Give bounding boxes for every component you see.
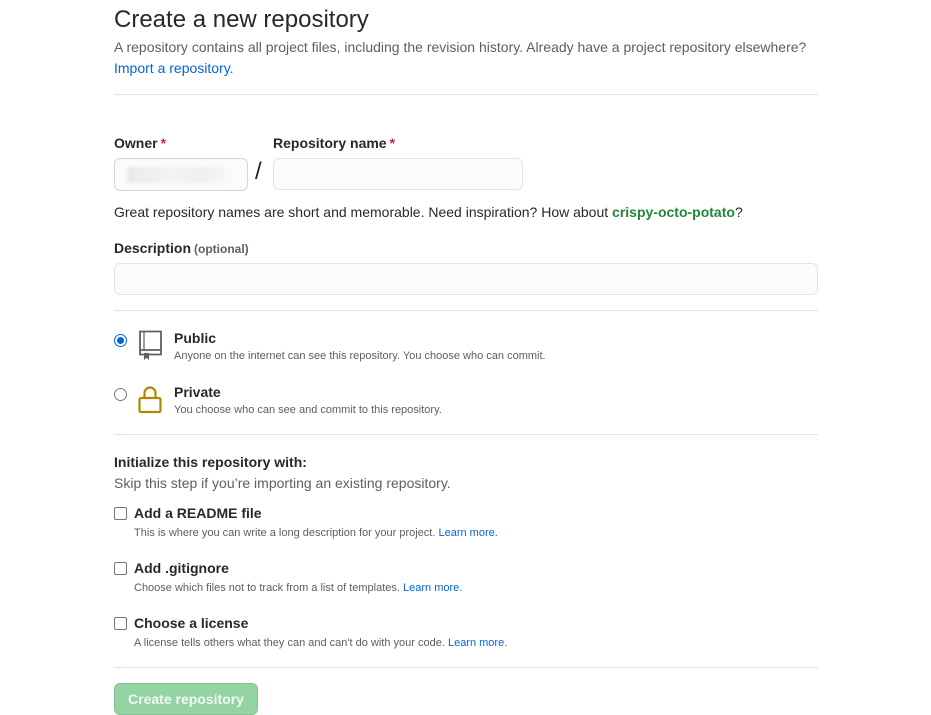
create-repository-button[interactable]: Create repository: [114, 683, 258, 715]
public-title: Public: [174, 330, 217, 346]
readme-description: This is where you can write a long descr…: [134, 527, 498, 539]
private-radio[interactable]: [114, 388, 127, 401]
divider: [114, 94, 818, 95]
repo-name-input[interactable]: [273, 158, 523, 190]
gitignore-learn-more-link[interactable]: Learn more.: [403, 582, 462, 594]
readme-title: Add a README file: [134, 505, 262, 521]
name-suggestion[interactable]: crispy-octo-potato: [612, 204, 735, 220]
license-title: Choose a license: [134, 615, 249, 631]
owner-repo-separator: /: [255, 158, 262, 185]
description-label: Description (optional): [114, 240, 249, 256]
divider: [114, 434, 818, 435]
owner-label: Owner *: [114, 135, 167, 151]
repo-name-hint: Great repository names are short and mem…: [114, 204, 743, 220]
gitignore-description: Choose which files not to track from a l…: [134, 582, 463, 594]
required-mark: *: [160, 135, 167, 151]
owner-avatar-blurred: [127, 167, 235, 183]
repo-icon: [139, 330, 162, 360]
private-description: You choose who can see and commit to thi…: [174, 404, 442, 416]
import-repository-link[interactable]: Import a repository.: [114, 60, 234, 76]
owner-select[interactable]: [114, 158, 248, 191]
page-subtitle: A repository contains all project files,…: [114, 39, 807, 55]
init-section-subtitle: Skip this step if you’re importing an ex…: [114, 475, 451, 491]
license-learn-more-link[interactable]: Learn more.: [448, 637, 507, 649]
public-description: Anyone on the internet can see this repo…: [174, 350, 546, 362]
lock-icon: [138, 386, 162, 414]
divider: [114, 667, 818, 668]
license-description: A license tells others what they can and…: [134, 637, 508, 649]
gitignore-title: Add .gitignore: [134, 560, 229, 576]
private-title: Private: [174, 384, 221, 400]
required-mark: *: [389, 135, 396, 151]
init-section-title: Initialize this repository with:: [114, 454, 307, 470]
readme-checkbox[interactable]: [114, 507, 127, 520]
divider: [114, 310, 818, 311]
optional-tag: (optional): [194, 242, 249, 256]
repo-name-label: Repository name *: [273, 135, 396, 151]
gitignore-checkbox[interactable]: [114, 562, 127, 575]
public-radio[interactable]: [114, 334, 127, 347]
description-input[interactable]: [114, 263, 818, 295]
license-checkbox[interactable]: [114, 617, 127, 630]
page-title: Create a new repository: [114, 6, 369, 33]
readme-learn-more-link[interactable]: Learn more.: [438, 527, 497, 539]
create-repository-page: Create a new repository A repository con…: [0, 0, 931, 715]
